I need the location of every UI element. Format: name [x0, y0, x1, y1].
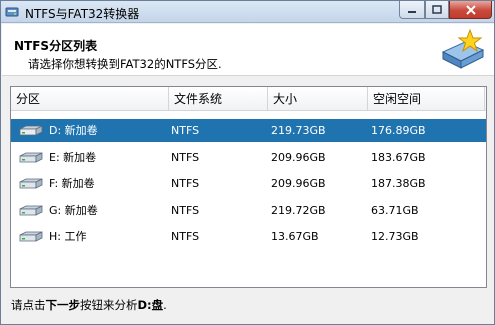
partition-filesystem: NTFS: [171, 230, 200, 243]
close-button[interactable]: [449, 1, 492, 19]
partition-filesystem: NTFS: [171, 204, 200, 217]
window-title: NTFS与FAT32转换器: [25, 7, 140, 21]
next-button-reference: 下一步: [45, 298, 81, 312]
hard-drive-icon: [19, 152, 43, 163]
partition-name: E: 新加卷: [49, 151, 97, 164]
close-icon: [465, 4, 476, 15]
partition-row[interactable]: E: 新加卷 NTFS 209.96GB 183.67GB: [11, 146, 486, 169]
minimize-icon: [408, 10, 416, 13]
partition-name: G: 新加卷: [49, 204, 98, 217]
partition-name: F: 新加卷: [49, 177, 95, 190]
partition-filesystem: NTFS: [171, 124, 200, 137]
header-title: NTFS分区列表: [14, 39, 98, 53]
minimize-button[interactable]: [399, 1, 425, 19]
partition-filesystem: NTFS: [171, 177, 200, 190]
partition-list[interactable]: 分区 文件系统 大小 空闲空间 D: 新加卷 NTFS 219.73GB 176…: [10, 86, 487, 288]
selected-drive: D:盘: [137, 298, 164, 312]
maximize-button[interactable]: [425, 1, 449, 19]
header-panel: NTFS分区列表 请选择你想转换到FAT32的NTFS分区.: [2, 24, 494, 76]
list-header: 分区 文件系统 大小 空闲空间: [11, 87, 486, 111]
instruction-middle: 按钮来分析: [80, 298, 138, 312]
partition-size: 219.72GB: [271, 204, 326, 217]
partition-size: 219.73GB: [271, 124, 326, 137]
hard-drive-icon: [19, 231, 43, 242]
partition-row[interactable]: G: 新加卷 NTFS 219.72GB 63.71GB: [11, 199, 486, 222]
partition-row[interactable]: D: 新加卷 NTFS 219.73GB 176.89GB: [11, 119, 486, 142]
converter-icon: [5, 7, 19, 17]
partition-row[interactable]: F: 新加卷 NTFS 209.96GB 187.38GB: [11, 172, 486, 195]
header-subtitle: 请选择你想转换到FAT32的NTFS分区.: [28, 57, 222, 71]
maximize-icon: [432, 5, 442, 14]
partition-filesystem: NTFS: [171, 151, 200, 164]
instruction-suffix: .: [163, 298, 167, 312]
instruction-text: 请点击下一步按钮来分析D:盘.: [11, 297, 167, 313]
hard-drive-icon: [19, 178, 43, 189]
partition-free-space: 12.73GB: [371, 230, 419, 243]
disk-star-icon: [441, 28, 485, 69]
partition-size: 209.96GB: [271, 177, 326, 190]
partition-name: D: 新加卷: [49, 124, 98, 137]
column-header-free-space[interactable]: 空闲空间: [368, 87, 485, 111]
partition-free-space: 176.89GB: [371, 124, 426, 137]
partition-free-space: 183.67GB: [371, 151, 426, 164]
title-bar[interactable]: NTFS与FAT32转换器: [1, 1, 494, 23]
column-header-size[interactable]: 大小: [268, 87, 368, 111]
partition-free-space: 187.38GB: [371, 177, 426, 190]
partition-free-space: 63.71GB: [371, 204, 419, 217]
partition-size: 13.67GB: [271, 230, 319, 243]
column-header-partition[interactable]: 分区: [11, 87, 169, 111]
column-header-filesystem[interactable]: 文件系统: [169, 87, 268, 111]
partition-size: 209.96GB: [271, 151, 326, 164]
partition-row[interactable]: H: 工作 NTFS 13.67GB 12.73GB: [11, 225, 486, 248]
hard-drive-icon: [19, 125, 43, 136]
hard-drive-icon: [19, 205, 43, 216]
instruction-prefix: 请点击: [11, 298, 46, 312]
converter-window: NTFS与FAT32转换器 NTFS分区列表 请选择你想转换到FAT32的NTF…: [0, 0, 495, 325]
partition-name: H: 工作: [49, 230, 87, 243]
